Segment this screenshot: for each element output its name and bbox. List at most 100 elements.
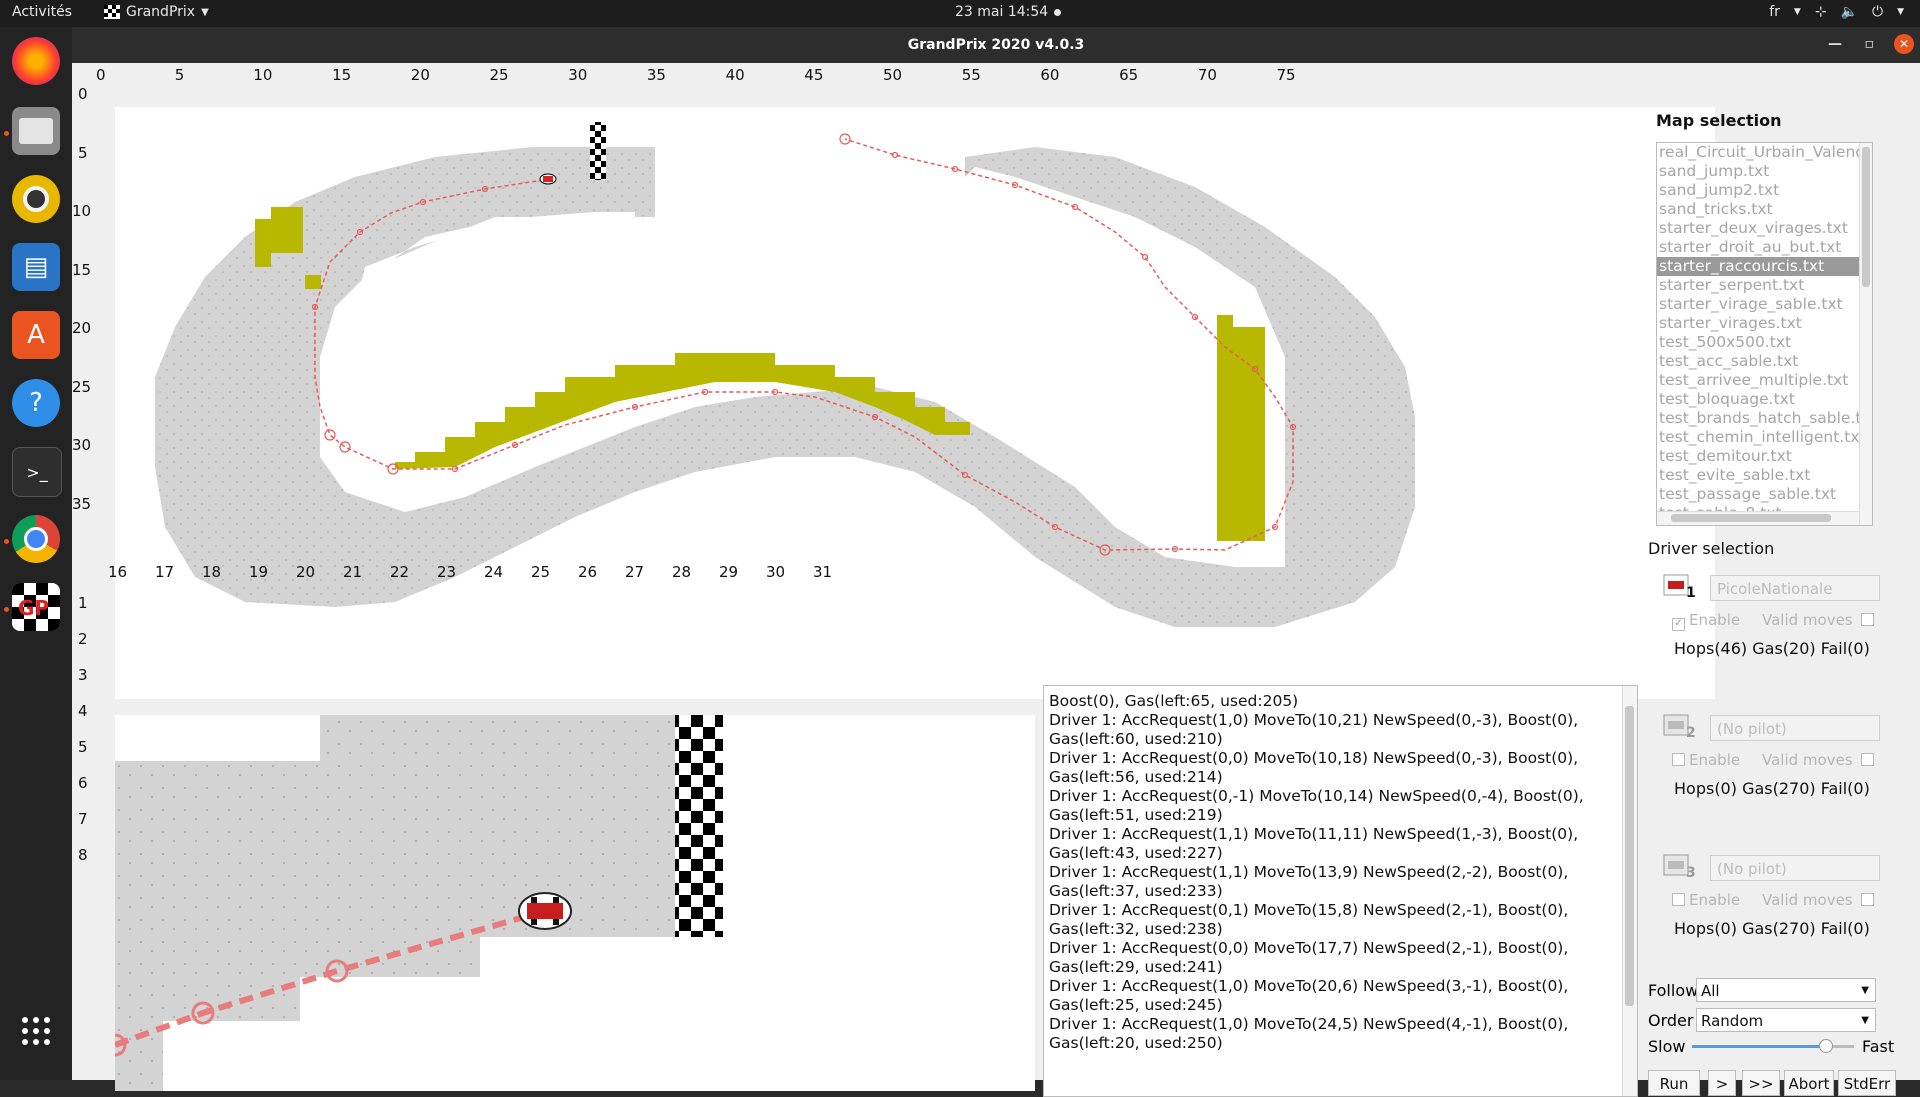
checkbox-box[interactable] xyxy=(1860,893,1874,906)
step-button[interactable]: > xyxy=(1708,1070,1736,1096)
map-list-item[interactable]: test_chemin_intelligent.txt xyxy=(1657,428,1872,447)
valid-moves-checkbox[interactable]: Valid moves xyxy=(1762,751,1878,769)
log-line: Driver 1: AccRequest(1,0) MoveTo(24,5) N… xyxy=(1049,1015,1569,1033)
map-list-item[interactable]: test_evite_sable.txt xyxy=(1657,466,1872,485)
y-tick-label: 30 xyxy=(72,436,92,454)
sand-patch xyxy=(1217,315,1233,541)
x-tick-label: 40 xyxy=(725,66,745,84)
x-tick-label: 10 xyxy=(253,66,273,84)
language-indicator[interactable]: fr xyxy=(1769,4,1780,20)
y-tick-label: 2 xyxy=(78,630,88,648)
map-list-scrollbar[interactable] xyxy=(1859,143,1872,525)
close-icon[interactable]: ✕ xyxy=(1894,34,1914,54)
terminal-icon[interactable]: >_ xyxy=(12,447,62,497)
valid-moves-checkbox[interactable]: Valid moves xyxy=(1762,891,1878,909)
clock[interactable]: 23 mai 14:54 xyxy=(955,4,1048,20)
zoom-map[interactable] xyxy=(115,715,1035,1091)
run-button[interactable]: Run xyxy=(1648,1070,1700,1096)
rhythmbox-icon[interactable] xyxy=(12,175,60,223)
checkbox-box[interactable]: ✓ xyxy=(1672,618,1685,631)
enable-checkbox[interactable]: ✓ Enable xyxy=(1672,611,1740,631)
system-tray[interactable]: fr ▼ ⊹ 🔈 ⏻ ▼ xyxy=(1769,4,1904,20)
map-list-item[interactable]: starter_virage_sable.txt xyxy=(1657,295,1872,314)
valid-moves-label: Valid moves xyxy=(1762,751,1853,769)
fast-step-button[interactable]: >> xyxy=(1742,1070,1780,1096)
activities-button[interactable]: Activités xyxy=(12,4,72,20)
speed-slider-handle[interactable] xyxy=(1818,1039,1833,1053)
volume-icon[interactable]: 🔈 xyxy=(1841,4,1858,20)
log-line: Boost(0), Gas(left:65, used:205) xyxy=(1049,692,1299,710)
driver-pilot-select[interactable]: (No pilot) xyxy=(1710,715,1880,741)
map-list-item[interactable]: test_acc_sable.txt xyxy=(1657,352,1872,371)
x-tick-label: 20 xyxy=(296,563,316,581)
enable-checkbox[interactable]: Enable xyxy=(1672,751,1740,769)
firefox-icon[interactable] xyxy=(12,37,60,85)
order-select[interactable]: Random ▼ xyxy=(1696,1008,1876,1032)
log-scrollbar-thumb[interactable] xyxy=(1625,706,1634,1006)
map-list-item[interactable]: sand_jump2.txt xyxy=(1657,181,1872,200)
libreoffice-writer-icon[interactable]: ▤ xyxy=(12,243,60,291)
enable-checkbox[interactable]: Enable xyxy=(1672,891,1740,909)
log-line: Gas(left:43, used:227) xyxy=(1049,844,1223,862)
help-icon[interactable]: ? xyxy=(12,379,60,427)
map-list-hscrollbar-thumb[interactable] xyxy=(1671,514,1831,522)
checkbox-box[interactable] xyxy=(1860,753,1874,766)
track-surface xyxy=(115,715,675,1091)
driver-pilot-select[interactable]: (No pilot) xyxy=(1710,855,1880,881)
app-store-icon[interactable]: A xyxy=(12,311,60,359)
map-list-item[interactable]: test_arrivee_multiple.txt xyxy=(1657,371,1872,390)
x-tick-label: 18 xyxy=(202,563,222,581)
files-icon[interactable] xyxy=(12,107,60,155)
map-list-item[interactable]: test_demitour.txt xyxy=(1657,447,1872,466)
speed-slider[interactable] xyxy=(1692,1039,1854,1053)
map-list-item[interactable]: starter_virages.txt xyxy=(1657,314,1872,333)
minimize-icon[interactable]: — xyxy=(1828,36,1842,52)
log-line: Gas(left:20, used:250) xyxy=(1049,1034,1223,1052)
log-scrollbar[interactable] xyxy=(1622,686,1637,1096)
driver-number: 3 xyxy=(1686,865,1696,881)
power-icon[interactable]: ⏻ xyxy=(1872,4,1883,20)
map-list-item[interactable]: starter_deux_virages.txt xyxy=(1657,219,1872,238)
checkbox-box[interactable] xyxy=(1860,613,1874,626)
map-list-item[interactable]: starter_droit_au_but.txt xyxy=(1657,238,1872,257)
map-list-item[interactable]: sand_tricks.txt xyxy=(1657,200,1872,219)
map-list-item[interactable]: starter_raccourcis.txt xyxy=(1657,257,1872,276)
driver-pilot-select[interactable]: PicoleNationale xyxy=(1710,575,1880,601)
y-tick-label: 15 xyxy=(72,260,92,279)
app-menu[interactable]: GrandPrix ▼ xyxy=(104,4,209,20)
map-list-item[interactable]: sand_jump.txt xyxy=(1657,162,1872,181)
map-list-item[interactable]: test_brands_hatch_sable.txt xyxy=(1657,409,1872,428)
x-tick-label: 75 xyxy=(1276,66,1296,84)
x-tick-label: 19 xyxy=(249,563,269,581)
map-list-item[interactable]: test_500x500.txt xyxy=(1657,333,1872,352)
map-list-item[interactable]: test_bloquage.txt xyxy=(1657,390,1872,409)
circuit-map[interactable] xyxy=(115,107,1715,699)
driver-pilot-value: PicoleNationale xyxy=(1717,580,1833,598)
checkbox-box[interactable] xyxy=(1672,893,1685,906)
window-titlebar[interactable]: GrandPrix 2020 v4.0.3 — ▫ ✕ xyxy=(72,27,1920,63)
log-line: Gas(left:32, used:238) xyxy=(1049,920,1223,938)
driver-slot: 3 (No pilot) Enable Valid moves Hops(0) Gas(… xyxy=(1652,847,1886,972)
x-tick-label: 0 xyxy=(96,66,106,84)
map-list-scrollbar-thumb[interactable] xyxy=(1862,147,1870,287)
show-apps-icon[interactable] xyxy=(12,1007,60,1055)
map-list-item[interactable]: starter_serpent.txt xyxy=(1657,276,1872,295)
stderr-button[interactable]: StdErr xyxy=(1838,1070,1896,1096)
maximize-icon[interactable]: ▫ xyxy=(1865,36,1875,52)
valid-moves-checkbox[interactable]: Valid moves xyxy=(1762,611,1878,629)
log-line: Gas(left:51, used:219) xyxy=(1049,806,1223,824)
checkbox-box[interactable] xyxy=(1672,753,1685,766)
race-log[interactable]: Boost(0), Gas(left:65, used:205) Driver 1… xyxy=(1043,685,1638,1097)
chrome-icon[interactable] xyxy=(12,515,60,563)
abort-button[interactable]: Abort xyxy=(1784,1070,1834,1096)
network-icon[interactable]: ⊹ xyxy=(1815,4,1827,20)
map-list[interactable]: real_Circuit_Urbain_Valencia.txtsand_jum… xyxy=(1656,142,1873,526)
x-tick-label: 16 xyxy=(108,563,128,581)
follow-select[interactable]: All ▼ xyxy=(1696,978,1876,1002)
map-list-item[interactable]: real_Circuit_Urbain_Valencia.txt xyxy=(1657,143,1872,162)
map-list-item[interactable]: test_passage_sable.txt xyxy=(1657,485,1872,504)
grandprix-app-icon[interactable]: GP xyxy=(12,583,60,631)
y-tick-label: 3 xyxy=(78,666,88,684)
map-list-hscrollbar[interactable] xyxy=(1657,511,1872,525)
y-tick-label: 25 xyxy=(72,377,92,396)
